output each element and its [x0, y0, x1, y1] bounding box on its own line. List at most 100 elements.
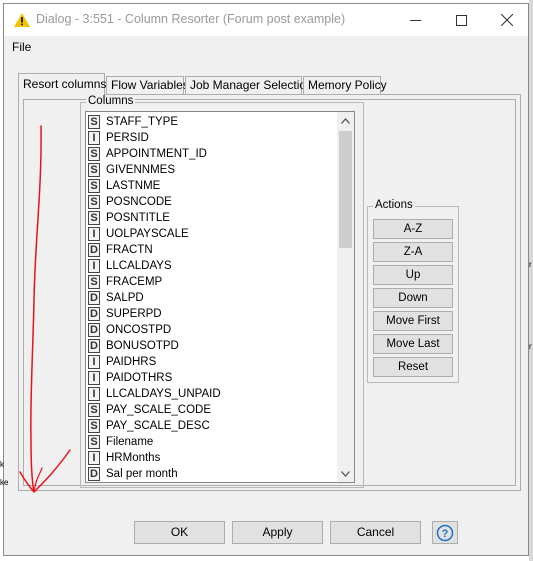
- column-type-badge: I: [88, 227, 100, 241]
- column-row[interactable]: S FRACEMP: [88, 274, 162, 290]
- tab-flow-variables[interactable]: Flow Variables: [106, 76, 189, 94]
- columns-list[interactable]: S STAFF_TYPE I PERSID S APPOINTMENT_ID S GIVENN…: [85, 111, 355, 483]
- column-type-badge: S: [88, 435, 100, 449]
- column-name: Sal per month: [106, 468, 178, 480]
- scroll-up-button[interactable]: [337, 112, 354, 129]
- column-row[interactable]: D FRACTN: [88, 242, 153, 258]
- help-button[interactable]: ?: [432, 521, 458, 544]
- column-row[interactable]: S GIVENNMES: [88, 162, 175, 178]
- resort-columns-panel: Columns S STAFF_TYPE I PERSID S APPOINTMENT_I…: [18, 94, 521, 491]
- column-row[interactable]: D ONCOSTPD: [88, 322, 171, 338]
- column-row[interactable]: S POSNTITLE: [88, 210, 170, 226]
- column-name: SALPD: [106, 292, 144, 304]
- column-row[interactable]: D SUPERPD: [88, 306, 162, 322]
- window-title: Dialog - 3:551 - Column Resorter (Forum …: [36, 12, 346, 26]
- warning-icon: [14, 13, 30, 27]
- column-row[interactable]: I PAIDOTHRS: [88, 370, 172, 386]
- help-icon: ?: [436, 524, 454, 541]
- sort-z-a-button[interactable]: Z-A: [373, 242, 453, 262]
- vertical-scrollbar[interactable]: [337, 112, 354, 482]
- column-type-badge: S: [88, 195, 100, 209]
- column-name: BONUSOTPD: [106, 340, 179, 352]
- column-name: GIVENNMES: [106, 164, 176, 176]
- column-type-badge: I: [88, 387, 100, 401]
- column-type-badge: D: [88, 339, 100, 353]
- column-type-badge: D: [88, 467, 100, 481]
- cancel-button[interactable]: Cancel: [330, 521, 421, 544]
- column-name: LASTNME: [106, 180, 161, 192]
- ok-button[interactable]: OK: [134, 521, 225, 544]
- column-name: Filename: [106, 436, 154, 448]
- background-text-fragment: r: [529, 260, 532, 269]
- scroll-down-button[interactable]: [337, 465, 354, 482]
- column-type-badge: D: [88, 291, 100, 305]
- maximize-button[interactable]: [438, 4, 484, 36]
- column-type-badge: S: [88, 115, 100, 129]
- column-type-badge: I: [88, 131, 100, 145]
- close-icon: [501, 14, 513, 26]
- column-type-badge: D: [88, 307, 100, 321]
- background-window-edge: [529, 0, 533, 561]
- tab-resort-columns[interactable]: Resort columns: [18, 73, 106, 95]
- background-text-fragment: r: [529, 342, 532, 351]
- close-button[interactable]: [484, 4, 530, 36]
- move-first-button[interactable]: Move First: [373, 311, 453, 331]
- column-row[interactable]: I PAIDHRS: [88, 354, 156, 370]
- background-text-fragment: ke: [0, 478, 9, 487]
- chevron-up-icon: [341, 117, 350, 124]
- column-name: ONCOSTPD: [106, 324, 172, 336]
- move-up-button[interactable]: Up: [373, 265, 453, 285]
- column-row[interactable]: S PAY_SCALE_DESC: [88, 418, 210, 434]
- column-name: POSNCODE: [106, 196, 172, 208]
- column-row[interactable]: D BONUSOTPD: [88, 338, 179, 354]
- column-type-badge: S: [88, 419, 100, 433]
- apply-button[interactable]: Apply: [232, 521, 323, 544]
- move-down-button[interactable]: Down: [373, 288, 453, 308]
- column-name: FRACEMP: [106, 276, 163, 288]
- actions-group: Actions A-Z Z-A Up Down Move First Move …: [367, 199, 459, 383]
- actions-legend: Actions: [373, 199, 415, 211]
- column-row[interactable]: I PERSID: [88, 130, 149, 146]
- minimize-button[interactable]: [392, 4, 438, 36]
- column-type-badge: I: [88, 371, 100, 385]
- column-row[interactable]: I LLCALDAYS_UNPAID: [88, 386, 221, 402]
- tab-memory-policy[interactable]: Memory Policy: [303, 76, 387, 94]
- column-name: PAIDOTHRS: [106, 372, 173, 384]
- menu-file[interactable]: File: [12, 40, 31, 54]
- column-type-badge: S: [88, 163, 100, 177]
- column-row[interactable]: S STAFF_TYPE: [88, 114, 178, 130]
- column-name: POSNTITLE: [106, 212, 170, 224]
- column-type-badge: S: [88, 179, 100, 193]
- column-type-badge: S: [88, 211, 100, 225]
- column-name: PERSID: [106, 132, 149, 144]
- reset-button[interactable]: Reset: [373, 357, 453, 377]
- column-row[interactable]: S POSNCODE: [88, 194, 172, 210]
- column-row[interactable]: S PAY_SCALE_CODE: [88, 402, 211, 418]
- column-row[interactable]: S LASTNME: [88, 178, 160, 194]
- move-last-button[interactable]: Move Last: [373, 334, 453, 354]
- column-row[interactable]: S APPOINTMENT_ID: [88, 146, 207, 162]
- chevron-down-icon: [341, 470, 350, 477]
- minimize-icon: [409, 19, 421, 21]
- tab-job-manager-selection[interactable]: Job Manager Selection: [185, 76, 313, 94]
- column-name: PAY_SCALE_CODE: [106, 404, 212, 416]
- svg-text:?: ?: [442, 528, 449, 540]
- maximize-icon: [455, 14, 467, 26]
- column-row[interactable]: D SALPD: [88, 290, 144, 306]
- column-row[interactable]: I UOLPAYSCALE: [88, 226, 189, 242]
- sort-a-z-button[interactable]: A-Z: [373, 219, 453, 239]
- column-name: APPOINTMENT_ID: [106, 148, 207, 160]
- column-row[interactable]: D Sal per month: [88, 466, 178, 482]
- columns-group: Columns S STAFF_TYPE I PERSID S APPOINTMENT_I…: [80, 95, 364, 488]
- column-row[interactable]: I LLCALDAYS: [88, 258, 172, 274]
- column-type-badge: D: [88, 243, 100, 257]
- column-name: STAFF_TYPE: [106, 116, 178, 128]
- scroll-thumb[interactable]: [339, 131, 352, 248]
- column-type-badge: I: [88, 451, 100, 465]
- background-text-fragment: k: [0, 460, 4, 469]
- column-row[interactable]: I HRMonths: [88, 450, 160, 466]
- column-name: HRMonths: [106, 452, 161, 464]
- title-bar[interactable]: Dialog - 3:551 - Column Resorter (Forum …: [4, 4, 528, 36]
- column-row[interactable]: S Filename: [88, 434, 153, 450]
- dialog-window: Dialog - 3:551 - Column Resorter (Forum …: [3, 3, 529, 556]
